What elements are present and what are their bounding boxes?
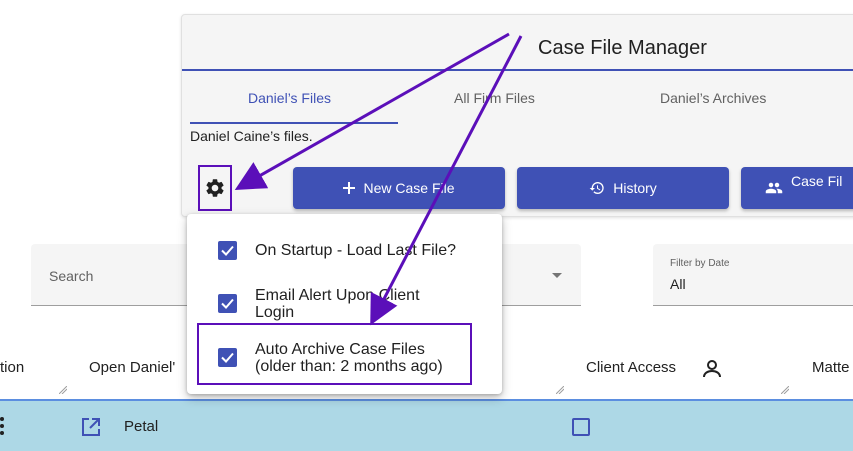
annotation-highlight-box <box>197 323 472 385</box>
case-file-manager-panel: Case File Manager Daniel’s Files All Fir… <box>181 14 853 217</box>
filter-label: Filter by Date <box>670 258 730 269</box>
open-in-new-icon[interactable] <box>81 417 101 437</box>
filter-value: All <box>670 276 686 292</box>
tab-daniels-files[interactable]: Daniel’s Files <box>248 90 331 106</box>
tab-daniels-archives[interactable]: Daniel’s Archives <box>660 90 766 106</box>
more-vert-icon[interactable] <box>0 416 8 436</box>
people-icon <box>765 182 783 194</box>
filter-by-date-select[interactable]: Filter by Date All <box>653 244 853 306</box>
history-button[interactable]: History <box>517 167 729 209</box>
column-resize-handle-icon[interactable] <box>781 386 789 394</box>
case-files-label: Case Fil <box>791 173 843 189</box>
plus-icon <box>343 182 356 194</box>
gear-icon <box>206 179 224 197</box>
active-tab-indicator <box>190 122 398 124</box>
history-icon <box>589 182 604 194</box>
client-access-checkbox[interactable] <box>572 418 590 436</box>
settings-button[interactable] <box>198 165 232 211</box>
column-resize-handle-icon[interactable] <box>556 386 564 394</box>
column-header-action[interactable]: tion <box>0 359 24 376</box>
column-header-client-access[interactable]: Client Access <box>586 359 676 376</box>
case-files-button[interactable]: Case Fil <box>741 167 853 209</box>
title-divider <box>182 69 853 71</box>
table-row[interactable]: Petal <box>0 401 853 451</box>
person-icon <box>703 360 721 378</box>
tab-all-firm-files[interactable]: All Firm Files <box>454 90 535 106</box>
menu-item-label-line2: Login <box>255 304 295 321</box>
chevron-down-icon[interactable] <box>552 273 562 278</box>
history-label: History <box>613 180 657 196</box>
column-resize-handle-icon[interactable] <box>59 386 67 394</box>
menu-item-label: On Startup - Load Last File? <box>255 242 456 259</box>
menu-item-label: Email Alert Upon Client <box>255 287 420 304</box>
new-case-file-label: New Case File <box>363 180 455 196</box>
row-file-name: Petal <box>124 418 159 435</box>
search-label: Search <box>49 268 94 284</box>
files-subtitle: Daniel Caine’s files. <box>190 128 313 144</box>
new-case-file-button[interactable]: New Case File <box>293 167 505 209</box>
checkbox-checked-icon[interactable] <box>218 241 237 260</box>
checkbox-checked-icon[interactable] <box>218 294 237 313</box>
column-header-matter[interactable]: Matte <box>812 359 850 376</box>
panel-title: Case File Manager <box>538 37 707 59</box>
column-header-open[interactable]: Open Daniel' <box>89 359 175 376</box>
